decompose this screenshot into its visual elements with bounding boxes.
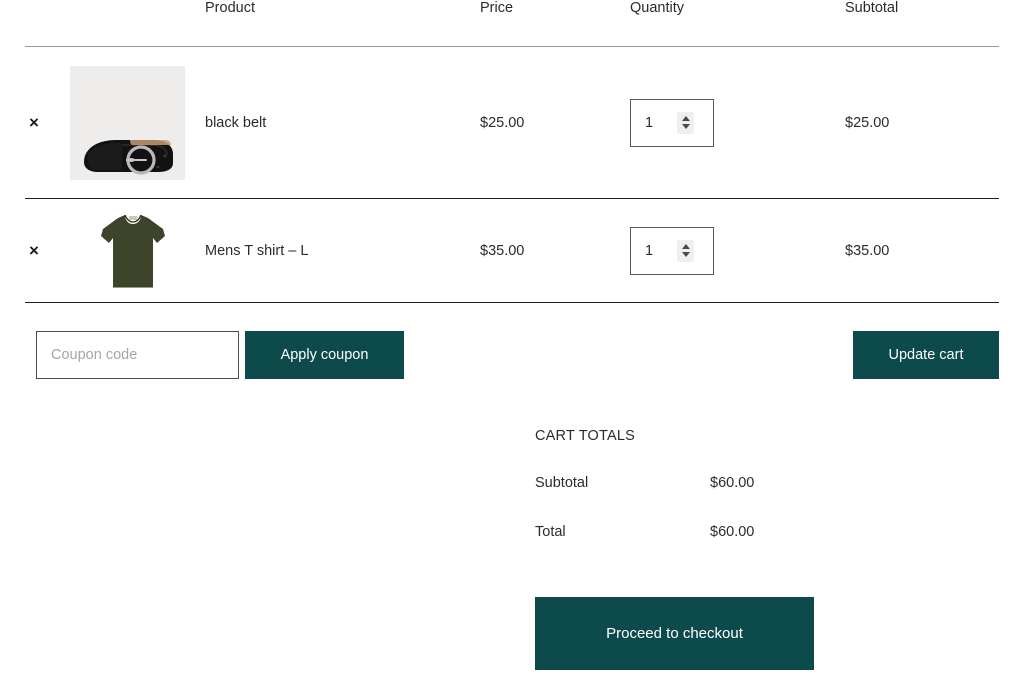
product-name-cell: black belt: [205, 47, 480, 199]
table-row: × Mens T shirt – L $35.00 1 $35.00: [25, 199, 999, 303]
column-header-product: Product: [205, 0, 255, 16]
cart-totals-subtotal-row: Subtotal $60.00: [535, 475, 825, 491]
cart-table-container: Product Price Quantity Subtotal × black …: [25, 0, 999, 303]
quantity-spinner-icon[interactable]: [677, 239, 694, 262]
product-name-link[interactable]: Mens T shirt – L: [205, 243, 308, 259]
quantity-stepper[interactable]: 1: [630, 226, 714, 275]
column-header-price: Price: [480, 0, 514, 16]
cart-totals-total-value: $60.00: [710, 524, 755, 540]
cart-actions-row: Apply coupon Update cart: [36, 331, 999, 379]
column-header-subtotal: Subtotal: [845, 0, 899, 16]
cart-totals-total-row: Total $60.00: [535, 524, 825, 540]
cart-totals-subtotal-value: $60.00: [710, 475, 755, 491]
cart-totals-total-label: Total: [535, 524, 566, 540]
cart-totals-panel: CART TOTALS Subtotal $60.00 Total $60.00: [535, 428, 825, 573]
coupon-code-input[interactable]: [36, 331, 239, 379]
column-header-thumbnail: [70, 0, 205, 47]
quantity-value[interactable]: 1: [645, 115, 671, 131]
column-header-quantity: Quantity: [630, 0, 684, 16]
apply-coupon-button[interactable]: Apply coupon: [245, 331, 404, 379]
cart-totals-title: CART TOTALS: [535, 428, 635, 444]
column-header-remove: [25, 0, 70, 47]
thumbnail-cell: [70, 47, 205, 199]
product-name-cell: Mens T shirt – L: [205, 199, 480, 303]
cart-table-body: × black belt $25.00 1 $25.00 × Mens T sh…: [25, 47, 999, 303]
t-shirt-image: [100, 208, 166, 293]
table-row: × black belt $25.00 1 $25.00: [25, 47, 999, 199]
product-price: $25.00: [480, 114, 525, 131]
thumbnail-cell: [70, 199, 205, 303]
product-subtotal: $35.00: [845, 242, 890, 259]
belt-image: [70, 65, 185, 180]
chevron-down-icon[interactable]: [681, 124, 690, 129]
quantity-cell: 1: [630, 199, 845, 303]
remove-cell: ×: [25, 47, 70, 199]
proceed-to-checkout-button[interactable]: Proceed to checkout: [535, 597, 814, 670]
product-name-link[interactable]: black belt: [205, 115, 266, 131]
quantity-spinner-icon[interactable]: [677, 111, 694, 134]
remove-item-button[interactable]: ×: [25, 240, 43, 261]
chevron-up-icon[interactable]: [681, 244, 690, 249]
product-price: $35.00: [480, 242, 525, 259]
cart-table-header: Product Price Quantity Subtotal: [25, 0, 999, 47]
quantity-cell: 1: [630, 47, 845, 199]
cart-table: Product Price Quantity Subtotal × black …: [25, 0, 999, 303]
quantity-stepper[interactable]: 1: [630, 98, 714, 147]
chevron-up-icon[interactable]: [681, 116, 690, 121]
quantity-value[interactable]: 1: [645, 243, 671, 259]
mens-t-shirt-thumbnail[interactable]: [100, 208, 166, 293]
product-subtotal: $25.00: [845, 114, 890, 131]
cart-totals-subtotal-label: Subtotal: [535, 475, 589, 491]
remove-cell: ×: [25, 199, 70, 303]
remove-item-button[interactable]: ×: [25, 112, 43, 133]
black-belt-thumbnail[interactable]: [70, 65, 185, 180]
chevron-down-icon[interactable]: [681, 252, 690, 257]
update-cart-button[interactable]: Update cart: [853, 331, 999, 379]
